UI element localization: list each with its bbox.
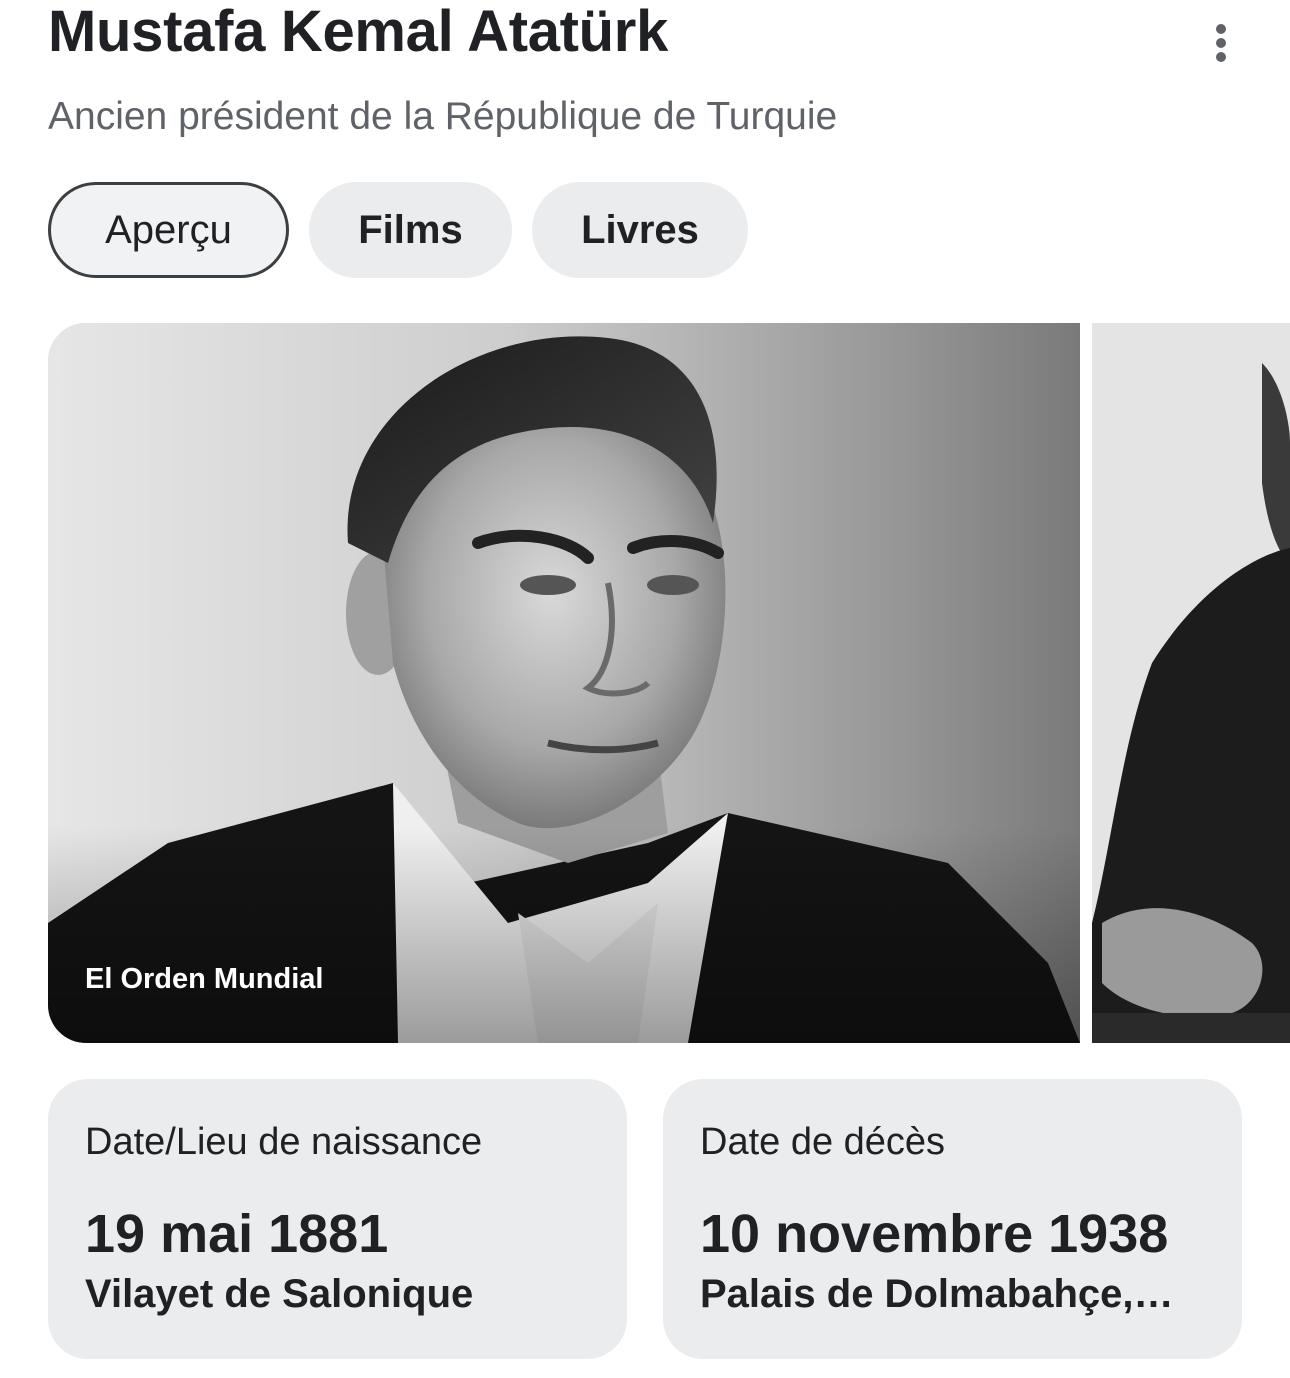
page-title: Mustafa Kemal Atatürk (48, 0, 669, 64)
tab-bar: Aperçu Films Livres (48, 182, 748, 278)
tab-films[interactable]: Films (309, 182, 512, 278)
more-vertical-icon (1216, 24, 1226, 62)
fact-card-death[interactable]: Date de décès 10 novembre 1938 Palais de… (663, 1079, 1242, 1359)
image-source-credit: El Orden Mundial (85, 963, 324, 995)
fact-value: 19 mai 1881 (85, 1204, 389, 1264)
fact-card-birth[interactable]: Date/Lieu de naissance 19 mai 1881 Vilay… (48, 1079, 627, 1359)
fact-label: Date/Lieu de naissance (85, 1121, 483, 1163)
more-options-button[interactable] (1196, 18, 1246, 68)
portrait-photo (48, 323, 1080, 1043)
secondary-portrait-image[interactable] (1092, 323, 1290, 1043)
tab-livres[interactable]: Livres (532, 182, 748, 278)
fact-detail: Vilayet de Salonique (85, 1272, 474, 1316)
fact-detail: Palais de Dolmabahçe,… (700, 1272, 1174, 1316)
fact-value: 10 novembre 1938 (700, 1204, 1169, 1264)
tab-apercu[interactable]: Aperçu (48, 182, 289, 278)
page-subtitle: Ancien président de la République de Tur… (48, 95, 838, 138)
fact-label: Date de décès (700, 1121, 946, 1163)
secondary-photo (1092, 323, 1290, 1043)
image-carousel[interactable]: El Orden Mundial (48, 323, 1290, 1043)
main-portrait-image[interactable]: El Orden Mundial (48, 323, 1080, 1043)
